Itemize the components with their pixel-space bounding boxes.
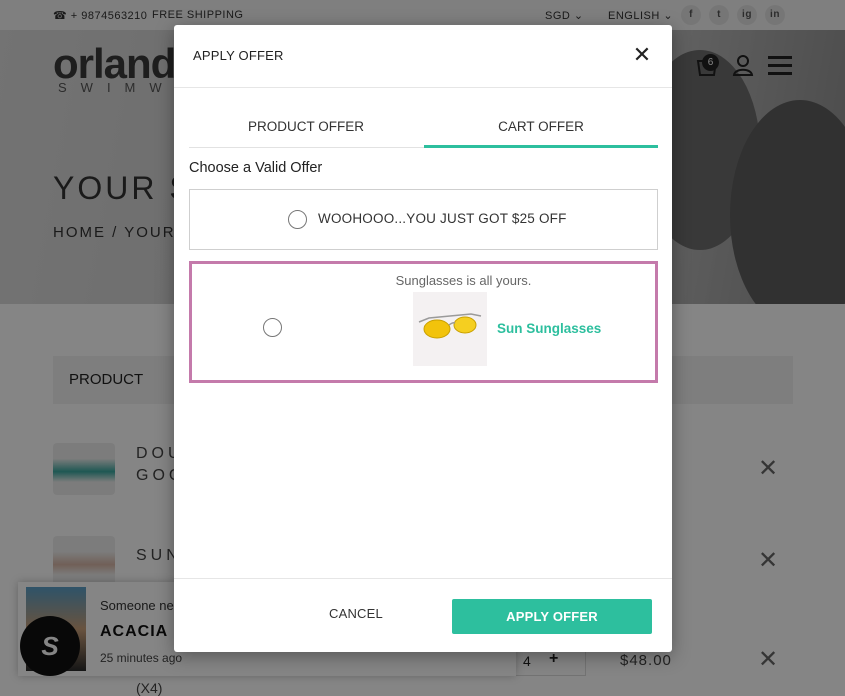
apply-offer-button[interactable]: APPLY OFFER (452, 599, 652, 634)
modal-header: APPLY OFFER ✕ (174, 25, 672, 88)
offer-option[interactable]: WOOHOOO...YOU JUST GOT $25 OFF (189, 189, 658, 250)
offer-radio[interactable] (288, 210, 307, 229)
offer-label: WOOHOOO...YOU JUST GOT $25 OFF (318, 211, 567, 226)
offer-subtitle: Sunglasses is all yours. (395, 273, 532, 288)
offer-radio[interactable] (263, 318, 282, 337)
tab-cart-offer[interactable]: CART OFFER (424, 112, 658, 148)
tab-product-offer[interactable]: PRODUCT OFFER (189, 112, 423, 148)
offer-option[interactable]: Sunglasses is all yours. Sun Sunglasses (189, 261, 658, 383)
offer-tabs: PRODUCT OFFER CART OFFER (189, 112, 658, 148)
sunglasses-image (413, 292, 487, 366)
modal-title: APPLY OFFER (193, 48, 284, 63)
offer-product-name[interactable]: Sun Sunglasses (497, 321, 601, 336)
cancel-button[interactable]: CANCEL (329, 606, 383, 621)
apply-offer-modal: APPLY OFFER ✕ PRODUCT OFFER CART OFFER C… (174, 25, 672, 652)
choose-offer-heading: Choose a Valid Offer (189, 160, 323, 176)
modal-footer: CANCEL APPLY OFFER (174, 578, 672, 652)
close-icon[interactable]: ✕ (632, 42, 652, 68)
